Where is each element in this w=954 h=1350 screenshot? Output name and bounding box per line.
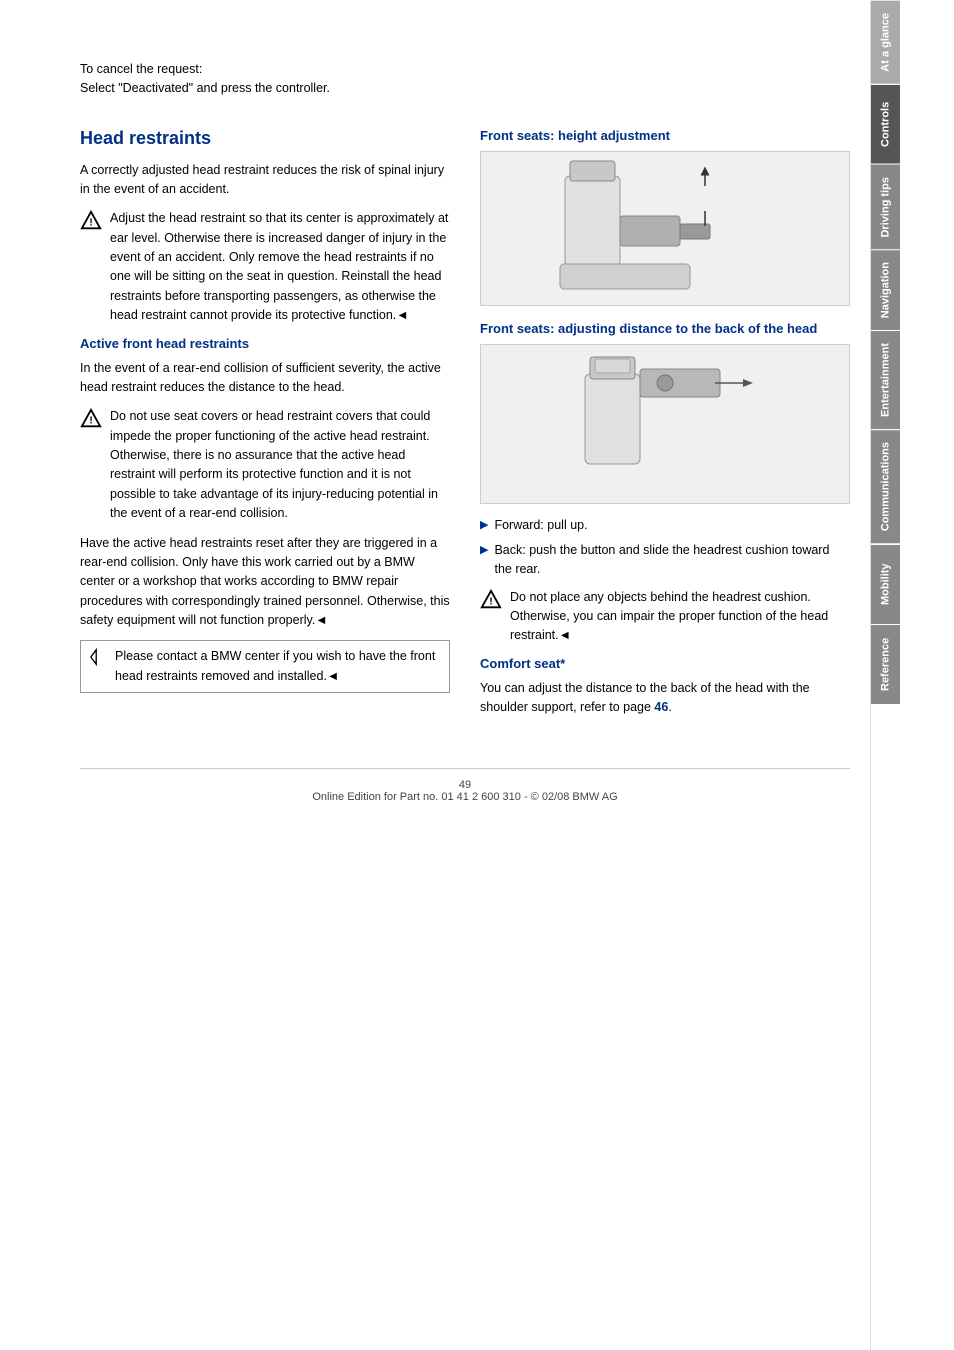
front-seats-distance-diagram (480, 344, 850, 504)
active-front-section: Active front head restraints In the even… (80, 336, 450, 694)
active-front-text1: In the event of a rear-end collision of … (80, 359, 450, 398)
tab-reference[interactable]: Reference (871, 624, 900, 704)
bullet-text-2: Back: push the button and slide the head… (494, 541, 850, 580)
warning-box-1: ! Adjust the head restraint so that its … (80, 209, 450, 325)
head-restraints-intro: A correctly adjusted head restraint redu… (80, 161, 450, 200)
active-front-text2: Have the active head restraints reset af… (80, 534, 450, 631)
comfort-seat-link[interactable]: 46 (654, 700, 668, 714)
cancel-section: To cancel the request: Select "Deactivat… (80, 60, 850, 98)
bullet-arrow-2: ▶ (480, 543, 488, 556)
warning-icon-1: ! (80, 210, 102, 232)
right-column: Front seats: height adjustment (480, 128, 850, 728)
tab-mobility[interactable]: Mobility (871, 544, 900, 624)
cancel-line2: Select "Deactivated" and press the contr… (80, 79, 850, 98)
front-seats-height-title: Front seats: height adjustment (480, 128, 850, 143)
warning-text-3: Do not place any objects behind the head… (510, 588, 850, 646)
tab-driving-tips[interactable]: Driving tips (871, 164, 900, 250)
warning-icon-2: ! (80, 408, 102, 430)
seat-height-svg (505, 156, 825, 301)
copyright-text: Online Edition for Part no. 01 41 2 600 … (80, 791, 850, 803)
left-column: Head restraints A correctly adjusted hea… (80, 128, 450, 728)
page-number: 49 (80, 779, 850, 791)
warning-icon-3: ! (480, 589, 502, 611)
warning-box-2: ! Do not use seat covers or head restrai… (80, 407, 450, 523)
tab-at-a-glance[interactable]: At a glance (871, 0, 900, 84)
tab-controls[interactable]: Controls (871, 84, 900, 164)
svg-text:!: ! (489, 596, 492, 607)
bullet-text-1: Forward: pull up. (494, 516, 587, 535)
comfort-seat-section: Comfort seat* You can adjust the distanc… (480, 656, 850, 718)
bullet-item-2: ▶ Back: push the button and slide the he… (480, 541, 850, 580)
page-footer: 49 Online Edition for Part no. 01 41 2 6… (80, 768, 850, 803)
warning-text-2: Do not use seat covers or head restraint… (110, 407, 450, 523)
tab-entertainment[interactable]: Entertainment (871, 330, 900, 429)
svg-text:!: ! (89, 416, 92, 427)
warning-box-3: ! Do not place any objects behind the he… (480, 588, 850, 646)
right-tabs: At a glance Controls Driving tips Naviga… (870, 0, 900, 1350)
note-box: Please contact a BMW center if you wish … (80, 640, 450, 693)
head-restraints-title: Head restraints (80, 128, 450, 149)
comfort-seat-text: You can adjust the distance to the back … (480, 679, 850, 718)
note-text: Please contact a BMW center if you wish … (115, 647, 441, 686)
seat-distance-svg (505, 349, 825, 499)
bullets-container: ▶ Forward: pull up. ▶ Back: push the but… (480, 516, 850, 580)
note-icon (89, 648, 107, 666)
front-seats-distance-title: Front seats: adjusting distance to the b… (480, 321, 850, 336)
cancel-line1: To cancel the request: (80, 60, 850, 79)
tab-navigation[interactable]: Navigation (871, 249, 900, 330)
warning-text-1: Adjust the head restraint so that its ce… (110, 209, 450, 325)
svg-text:!: ! (89, 218, 92, 229)
comfort-seat-title: Comfort seat* (480, 656, 850, 671)
bullet-arrow-1: ▶ (480, 518, 488, 531)
tab-communications[interactable]: Communications (871, 429, 900, 543)
bullet-item-1: ▶ Forward: pull up. (480, 516, 850, 535)
active-front-title: Active front head restraints (80, 336, 450, 351)
front-seats-height-diagram (480, 151, 850, 306)
